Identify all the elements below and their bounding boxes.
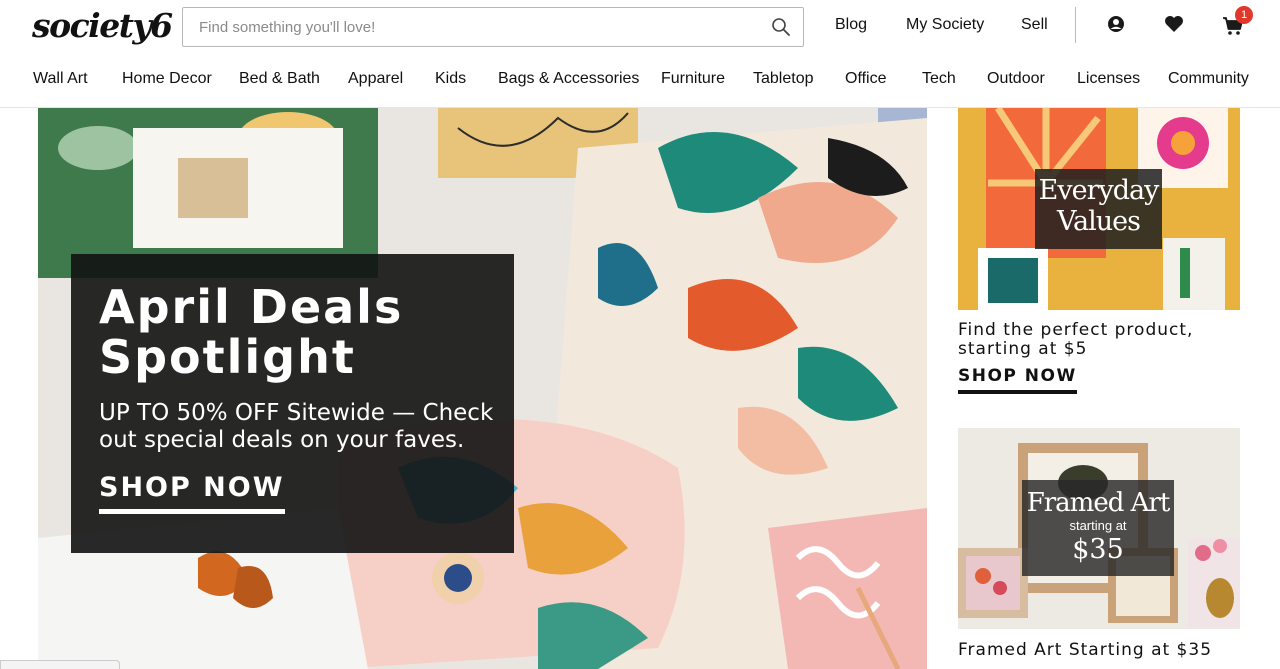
nav-item-licenses[interactable]: Licenses [1077,70,1140,88]
nav-item-community[interactable]: Community [1168,70,1249,88]
nav-item-home-decor[interactable]: Home Decor [122,70,212,88]
everyday-values-overlay: Everyday Values [1035,169,1162,249]
framed-art-image[interactable]: Framed Art starting at $35 [958,428,1240,629]
promo-title-line1: April Deals [99,280,404,334]
nav-item-tech[interactable]: Tech [922,70,956,88]
society6-logo[interactable]: society6 [32,6,173,45]
search-input[interactable] [183,8,763,46]
blog-link[interactable]: Blog [835,16,867,34]
nav-item-tabletop[interactable]: Tabletop [753,70,814,88]
promo-box: April Deals Spotlight UP TO 50% OFF Site… [71,254,514,553]
category-nav: Wall Art Home Decor Bed & Bath Apparel K… [0,60,1280,108]
search-icon[interactable] [771,17,791,37]
nav-item-kids[interactable]: Kids [435,70,466,88]
everyday-values-text: Find the perfect product, starting at $5 [958,320,1194,359]
promo-title: April Deals Spotlight [99,282,499,382]
everyday-shop-now-button[interactable]: SHOP NOW [958,366,1077,394]
framed-art-overlay: Framed Art starting at $35 [1022,480,1174,576]
account-icon[interactable] [1105,13,1127,35]
top-bar: society6 Blog My Society Sell 1 [0,0,1280,56]
nav-item-wall-art[interactable]: Wall Art [33,70,88,88]
hero-banner[interactable]: April Deals Spotlight UP TO 50% OFF Site… [38,108,927,669]
nav-item-outdoor[interactable]: Outdoor [987,70,1045,88]
hero-shop-now-button[interactable]: SHOP NOW [99,472,285,514]
search-box[interactable] [182,7,804,47]
nav-item-bags-accessories[interactable]: Bags & Accessories [498,70,639,88]
my-society-link[interactable]: My Society [906,16,984,34]
framed-overlay-line3: $35 [1072,534,1124,565]
everyday-overlay-line1: Everyday [1038,175,1160,206]
nav-item-bed-bath[interactable]: Bed & Bath [239,70,320,88]
promo-title-line2: Spotlight [99,330,356,384]
nav-item-furniture[interactable]: Furniture [661,70,725,88]
everyday-overlay-line2: Values [1057,206,1141,237]
promo-subtitle: UP TO 50% OFF Sitewide — Check out speci… [99,400,494,453]
status-corner [0,660,120,669]
nav-item-apparel[interactable]: Apparel [348,70,403,88]
header-divider [1075,7,1076,43]
cart-count-badge: 1 [1235,6,1253,24]
framed-overlay-line2: starting at [1069,518,1127,533]
heart-icon[interactable] [1163,13,1185,35]
everyday-values-image[interactable]: Everyday Values [958,108,1240,310]
framed-art-text[interactable]: Framed Art Starting at $35 [958,641,1248,660]
sell-link[interactable]: Sell [1021,16,1048,34]
nav-item-office[interactable]: Office [845,70,887,88]
framed-overlay-line1: Framed Art [1026,488,1171,518]
